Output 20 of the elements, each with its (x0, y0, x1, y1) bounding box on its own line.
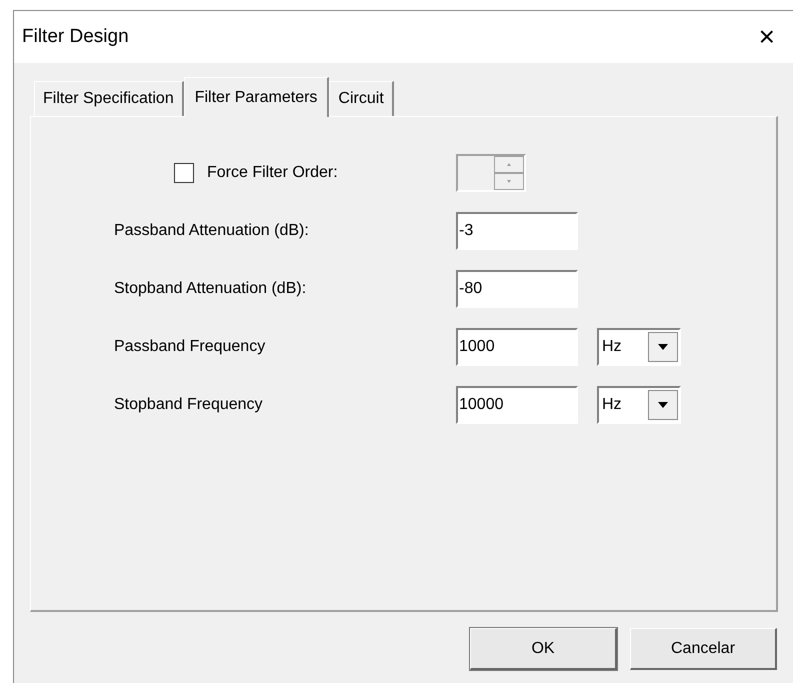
tab[interactable]: Filter Parameters (184, 77, 330, 117)
ok-button[interactable]: OK (470, 628, 617, 670)
dropdown-arrow-icon[interactable] (648, 390, 678, 420)
field-label: Passband Attenuation (dB): (114, 221, 309, 241)
field-label: Passband Frequency (114, 337, 266, 357)
tab[interactable]: Circuit (329, 81, 394, 116)
input-field[interactable]: -80 (456, 270, 578, 308)
field-label: Force Filter Order: (207, 163, 338, 183)
window-title: Filter Design (22, 24, 129, 49)
tab[interactable]: Filter Specification (34, 81, 184, 116)
field-label: Stopband Attenuation (dB): (114, 279, 306, 299)
input-field[interactable]: 10000 (456, 386, 578, 424)
dropdown-arrow-icon[interactable] (648, 332, 678, 362)
unit-dropdown[interactable]: Hz (597, 386, 681, 424)
input-field[interactable]: 1000 (456, 328, 578, 366)
close-button[interactable]: × (758, 23, 775, 51)
unit-dropdown[interactable]: Hz (597, 328, 681, 366)
cancel-button[interactable]: Cancelar (630, 628, 777, 670)
field-label: Stopband Frequency (114, 395, 263, 415)
input-field[interactable]: -3 (456, 212, 578, 250)
